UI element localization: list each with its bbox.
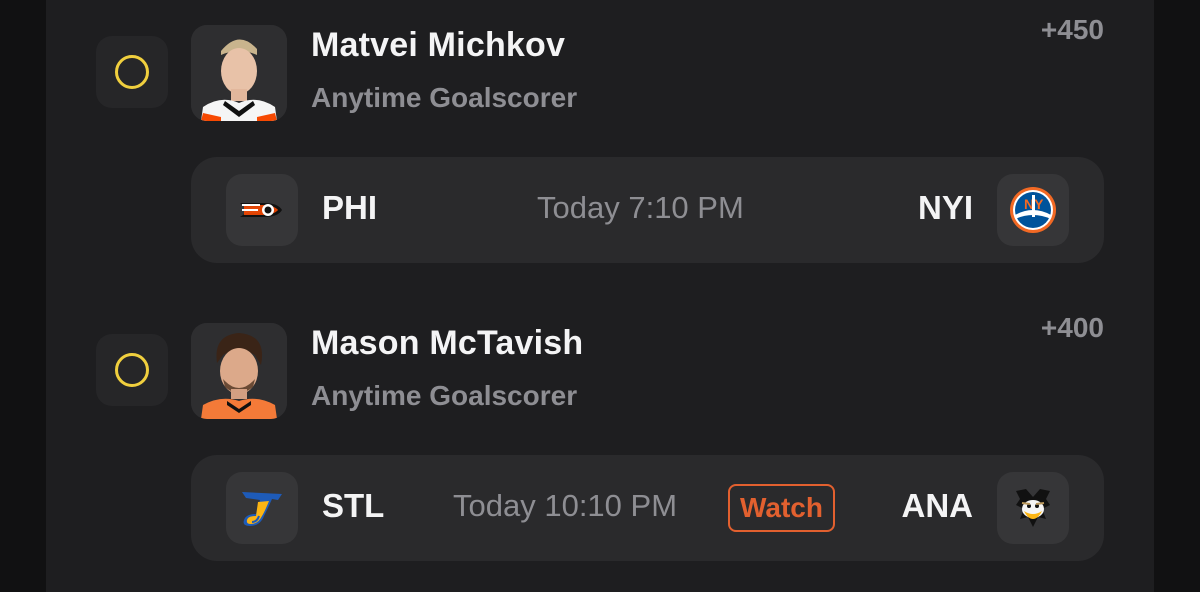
pick-select-radio[interactable] — [96, 36, 168, 108]
odds-value[interactable]: +400 — [1041, 312, 1104, 344]
game-time: Today 10:10 PM — [453, 488, 678, 523]
player-headshot — [191, 323, 287, 419]
odds-value[interactable]: +450 — [1041, 14, 1104, 46]
market-label: Anytime Goalscorer — [311, 380, 578, 411]
radio-circle-icon — [115, 353, 149, 387]
away-team-abbr: ANA — [901, 487, 974, 524]
game-time: Today 7:10 PM — [537, 190, 744, 225]
player-name: Mason McTavish — [311, 324, 584, 362]
blues-logo-icon — [226, 472, 298, 544]
pick-select-radio[interactable] — [96, 334, 168, 406]
islanders-logo-icon: NY — [997, 174, 1069, 246]
player-headshot — [191, 25, 287, 121]
home-team-abbr: PHI — [322, 189, 378, 226]
game-card[interactable]: STL Today 10:10 PM Watch ANA — [191, 455, 1104, 561]
ducks-logo-icon — [997, 472, 1069, 544]
home-team-abbr: STL — [322, 487, 385, 524]
picks-panel: Matvei Michkov Anytime Goalscorer +450 P… — [46, 0, 1154, 592]
away-team-abbr: NYI — [917, 189, 973, 226]
flyers-logo-icon — [226, 174, 298, 246]
player-name: Matvei Michkov — [311, 26, 566, 64]
game-card[interactable]: PHI Today 7:10 PM NYI NY — [191, 157, 1104, 263]
market-label: Anytime Goalscorer — [311, 82, 578, 113]
radio-circle-icon — [115, 55, 149, 89]
watch-button[interactable]: Watch — [728, 484, 835, 532]
pick-row: Mason McTavish Anytime Goalscorer +400 S… — [46, 298, 1154, 561]
pick-row: Matvei Michkov Anytime Goalscorer +450 P… — [46, 0, 1154, 263]
